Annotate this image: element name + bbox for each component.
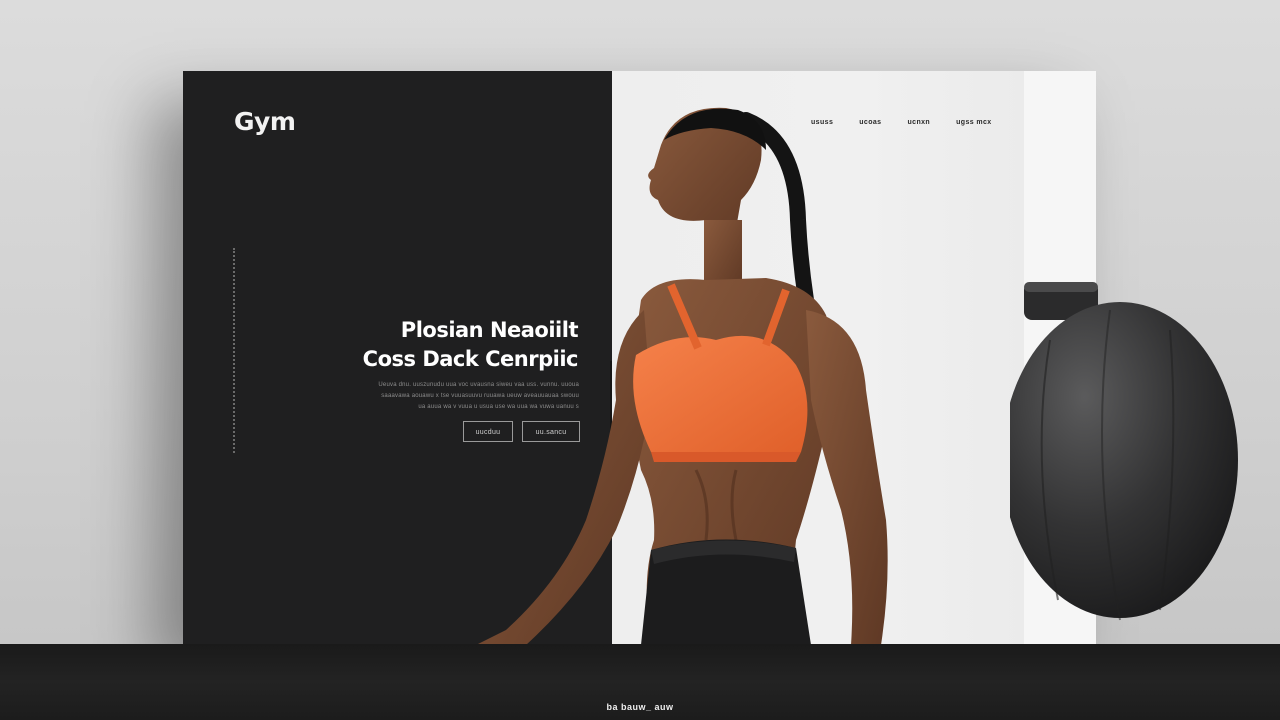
footer-bar: ba bauw_ auw: [0, 644, 1280, 720]
exercise-ball-image: [1010, 282, 1238, 621]
dotted-vertical-line-icon: [233, 248, 235, 453]
athlete-image: [476, 107, 888, 645]
nav-item-4[interactable]: ugss mcx: [956, 119, 992, 126]
brand-logo[interactable]: Gym: [234, 107, 296, 136]
footer-text[interactable]: ba bauw_ auw: [0, 702, 1280, 712]
nav-item-3[interactable]: ucnxn: [907, 119, 930, 126]
